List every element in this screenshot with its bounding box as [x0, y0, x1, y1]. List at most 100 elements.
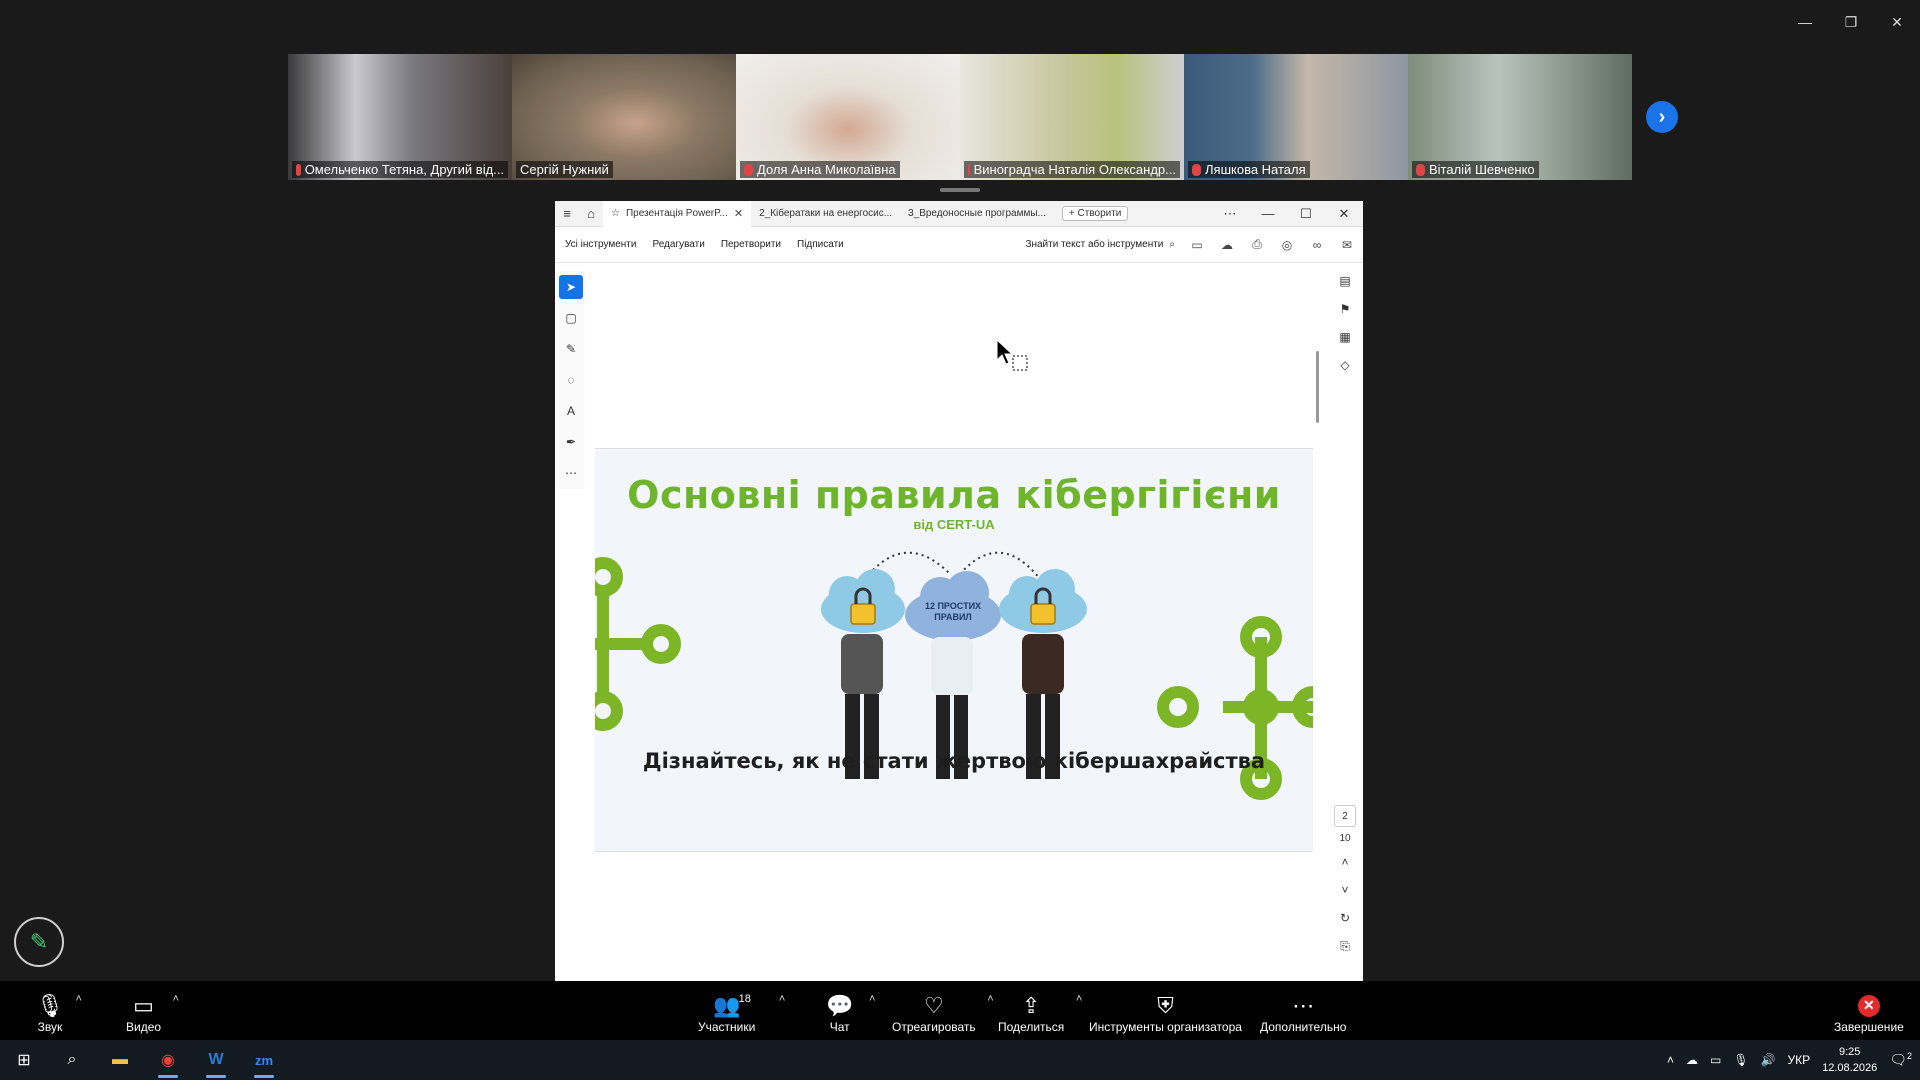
- windows-start-icon[interactable]: ⊞: [0, 1040, 48, 1080]
- thumbnails-icon[interactable]: ▦: [1335, 327, 1355, 347]
- show-hidden-icons-icon[interactable]: ˄: [1667, 1053, 1674, 1067]
- chat-label: Чат: [829, 1019, 850, 1034]
- file-explorer-icon[interactable]: ▬: [96, 1040, 144, 1080]
- audio-options-caret-icon[interactable]: ˄: [76, 993, 82, 1005]
- page-fit-icon[interactable]: ⎘: [1335, 936, 1355, 956]
- tab-presentation[interactable]: ☆ Презентація PowerP... ✕: [603, 200, 752, 227]
- comments-panel-icon[interactable]: ▤: [1335, 271, 1355, 291]
- chat-caret-icon[interactable]: ˄: [869, 993, 875, 1005]
- menu-sign[interactable]: Підписати: [789, 239, 852, 250]
- share-people-icon[interactable]: ◎: [1279, 237, 1295, 253]
- draw-lasso-icon[interactable]: ◌: [559, 368, 583, 392]
- video-button[interactable]: ▭ Видео ˄: [126, 981, 179, 1044]
- mic-muted-icon: [1416, 163, 1425, 176]
- hamburger-menu-icon[interactable]: ≡: [555, 201, 579, 227]
- find-tools[interactable]: Знайти текст або інструменти ⌕: [1025, 239, 1175, 250]
- comment-icon[interactable]: ▢: [559, 306, 583, 330]
- clock[interactable]: 9:25 12.08.2026: [1822, 1044, 1877, 1076]
- left-toolbox: ➤ ▢ ✎ ◌ A ✒ ⋯: [557, 271, 585, 489]
- refresh-icon[interactable]: ↻: [1335, 908, 1355, 928]
- video-tile[interactable]: Віталій Шевченко: [1408, 54, 1632, 180]
- acrobat-maximize-icon[interactable]: ☐: [1287, 201, 1325, 227]
- video-options-caret-icon[interactable]: ˄: [173, 993, 179, 1005]
- host-tools-button[interactable]: ⛨ Инструменты организатора: [1089, 981, 1242, 1044]
- scroll-thumb[interactable]: [1316, 351, 1319, 423]
- participant-name: Доля Анна Миколаївна: [757, 162, 896, 177]
- close-button[interactable]: ✕: [1874, 0, 1920, 44]
- annotate-pencil-icon[interactable]: ✎: [14, 917, 64, 967]
- text-box-icon[interactable]: A: [559, 399, 583, 423]
- save-icon[interactable]: ▭: [1189, 237, 1205, 253]
- close-tab-icon[interactable]: ✕: [734, 207, 743, 220]
- acrobat-minimize-icon[interactable]: —: [1249, 201, 1287, 227]
- highlight-pen-icon[interactable]: ✎: [559, 337, 583, 361]
- video-tile[interactable]: Ляшкова Наталя: [1184, 54, 1408, 180]
- fill-sign-icon[interactable]: ✒: [559, 430, 583, 454]
- tab-label: 3_Вредоносные программы...: [908, 208, 1046, 219]
- menu-edit[interactable]: Редагувати: [644, 239, 712, 250]
- video-label: Видео: [126, 1019, 162, 1034]
- page-number-input[interactable]: 2: [1334, 805, 1356, 827]
- select-cursor-icon[interactable]: ➤: [559, 275, 583, 299]
- more-button[interactable]: ⋯ Дополнительно: [1260, 981, 1346, 1044]
- participants-label: Участники: [698, 1019, 756, 1034]
- document-view[interactable]: Основні правила кібергігієни від CERT-UA…: [595, 263, 1313, 982]
- mail-icon[interactable]: ✉: [1339, 237, 1355, 253]
- participants-caret-icon[interactable]: ˄: [779, 993, 785, 1005]
- chat-button[interactable]: 💬 Чат ˄: [826, 981, 875, 1044]
- react-button[interactable]: ♡ Отреагировать ˄: [892, 981, 994, 1044]
- link-icon[interactable]: ∞: [1309, 237, 1325, 253]
- bookmark-icon[interactable]: ⚑: [1335, 299, 1355, 319]
- more-tools-icon[interactable]: ⋯: [559, 461, 583, 485]
- video-tile-active-speaker[interactable]: Сергій Нужний: [512, 54, 736, 180]
- more-options-icon[interactable]: ⋯: [1211, 201, 1249, 227]
- next-page-arrow-icon[interactable]: ›: [1646, 101, 1678, 133]
- participant-name-tag: Сергій Нужний: [516, 161, 613, 178]
- audio-button[interactable]: 🎙 Звук ˄: [36, 981, 82, 1044]
- mouse-cursor-icon: [996, 338, 1028, 371]
- word-icon[interactable]: W: [192, 1040, 240, 1080]
- search-icon: ⌕: [1169, 239, 1175, 250]
- page-up-icon[interactable]: ˄: [1335, 852, 1355, 872]
- end-call-icon: ✕: [1857, 992, 1880, 1020]
- create-button[interactable]: + Створити: [1061, 206, 1129, 221]
- vertical-scrollbar[interactable]: [1315, 263, 1321, 982]
- slide-tagline: Дізнайтесь, як не стати жертвою кібершах…: [642, 749, 1266, 773]
- video-tile[interactable]: Виноградча Наталія Олександр...: [960, 54, 1184, 180]
- language-indicator[interactable]: УКР: [1788, 1053, 1811, 1067]
- chrome-icon[interactable]: ◉: [144, 1040, 192, 1080]
- print-icon[interactable]: ⎙: [1249, 237, 1265, 253]
- notifications-icon[interactable]: 🗨2: [1889, 1051, 1912, 1069]
- star-icon[interactable]: ☆: [611, 208, 620, 219]
- tab-cyberattacks[interactable]: 2_Кібератаки на енергосис...: [751, 201, 900, 227]
- volume-icon[interactable]: 🔊: [1761, 1053, 1776, 1067]
- share-caret-icon[interactable]: ˄: [1076, 993, 1082, 1005]
- page-down-icon[interactable]: ˅: [1335, 880, 1355, 900]
- share-button[interactable]: ⇪ Поделиться ˄: [998, 981, 1082, 1044]
- minimize-button[interactable]: —: [1782, 0, 1828, 44]
- share-drag-handle[interactable]: [940, 188, 980, 192]
- home-icon[interactable]: ⌂: [579, 201, 603, 227]
- end-meeting-button[interactable]: ✕ Завершение: [1834, 981, 1904, 1044]
- slide-page: Основні правила кібергігієни від CERT-UA…: [595, 448, 1313, 852]
- participants-button[interactable]: 👥 18 Участники ˄: [698, 981, 785, 1044]
- mic-tray-icon[interactable]: 🎙: [1733, 1053, 1748, 1067]
- shield-icon: ⛨: [1157, 992, 1174, 1018]
- menu-convert[interactable]: Перетворити: [713, 239, 789, 250]
- layers-icon[interactable]: ◇: [1335, 355, 1355, 375]
- tab-malware[interactable]: 3_Вредоносные программы...: [900, 201, 1054, 227]
- network-icon[interactable]: ▭: [1710, 1053, 1721, 1067]
- zoom-app-icon[interactable]: zm: [240, 1040, 288, 1080]
- video-tile[interactable]: Доля Анна Миколаївна: [736, 54, 960, 180]
- menu-all-tools[interactable]: Усі інструменти: [557, 239, 644, 250]
- acrobat-close-icon[interactable]: ✕: [1325, 201, 1363, 227]
- upload-cloud-icon[interactable]: ☁: [1219, 237, 1235, 253]
- share-screen-icon: ⇪: [1021, 992, 1041, 1018]
- video-tile[interactable]: Омельченко Тетяна, Другий від...: [288, 54, 512, 180]
- search-icon[interactable]: ⌕: [48, 1040, 96, 1080]
- onedrive-icon[interactable]: ☁: [1686, 1053, 1698, 1067]
- more-label: Дополнительно: [1260, 1019, 1347, 1034]
- react-caret-icon[interactable]: ˄: [987, 993, 993, 1005]
- participant-name: Виноградча Наталія Олександр...: [973, 162, 1176, 177]
- restore-button[interactable]: ❐: [1828, 0, 1874, 44]
